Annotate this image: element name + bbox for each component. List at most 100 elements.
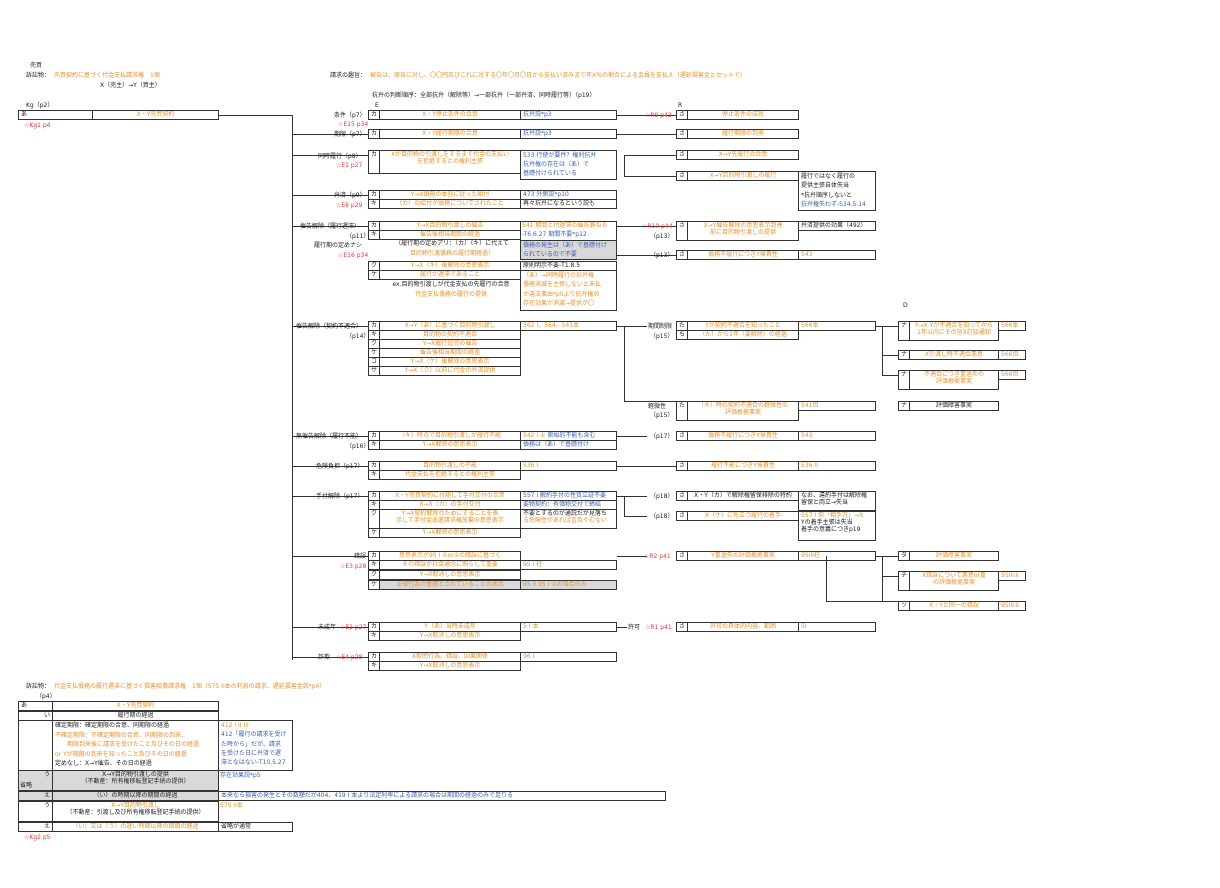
sg-r-text: Y重過失の評価根拠事実 <box>687 551 799 561</box>
s-u-text2: （不動産：所有権移転登記手続の提供） <box>81 778 190 786</box>
e-term-note: 抗弁説*p3 <box>520 129 617 139</box>
e-rescind-gray: 債務の発生は（あ）で基礎付け られているので不要 <box>520 240 617 260</box>
m-name: 無催告解除（履行不能） <box>296 433 363 440</box>
tt-r1-sub: （p18） <box>650 493 674 500</box>
tt-r1-note: なお、違約手付は解除権 留保と両立→失当 <box>798 491 876 511</box>
m-r-text: 債務不履行につきY帰責性 <box>687 431 799 441</box>
kk-r-note: 536 II <box>798 461 876 471</box>
e-rescind-sub: （p11） <box>346 233 370 240</box>
s-i-note: 412 I II III 412「履行の請求を受け た時から」だが、請求 を受け… <box>218 720 293 771</box>
line <box>882 375 898 376</box>
intent-value: 被告は、原告に対し、〇〇円及びこれに対する〇年〇月〇日から支払い済みまで年X％の… <box>370 72 746 79</box>
second-claim-label: 訴訟物： <box>26 683 51 690</box>
s-e2-text: （い）又は（う）の遅い時期以降の期間の経過 <box>52 822 219 832</box>
s-shoryaku: 省略 <box>20 782 33 789</box>
tt-name: 手付解除（p17） <box>316 493 364 500</box>
kg-header: Kg（p2） <box>26 102 54 109</box>
ms-r-ref: ☆R1 p41 <box>645 624 672 631</box>
kk-r-text: 履行不能につきY帰責性 <box>687 461 799 471</box>
d3-text: 不適合につき重過失の 評価根拠事実 <box>909 370 999 390</box>
claim-value: 売買契約に基づく代金支払請求権 1個 <box>54 72 160 79</box>
ms-r-name: 許可 <box>628 624 641 631</box>
s-l5: 定めなし：X→Y催告、その日の経過 <box>55 760 152 768</box>
e-simul-note3: 基礎付けられている <box>523 170 577 177</box>
k-r-ta-note: 566本 <box>798 321 876 331</box>
r-rescind-ref: ☆R10 p44 <box>642 223 673 230</box>
line <box>876 326 898 327</box>
r-cond-text: 停止条件の成就 <box>687 110 799 120</box>
sg-d2-note: 95III① <box>998 571 1026 581</box>
line <box>624 155 676 156</box>
d3-note: 566但 <box>998 370 1026 380</box>
second-sub: （p4） <box>36 693 56 700</box>
k-r-sub: （p15） <box>650 333 674 340</box>
s-i-detail: 確定期限：確定期限の合意、同期限の経過 不確定期限：不確定期限の合意、同期限の到… <box>52 720 219 771</box>
s-l1-text: 確定期限：確定期限の合意、同期限の経過 <box>55 722 170 729</box>
r-deliv-note4: 抗弁権失わず-S34.5.14 <box>801 200 866 208</box>
e-rescind-ki-note: -T6.6.27 期間不要*p12 <box>522 231 587 238</box>
e-spine <box>292 115 293 660</box>
k-r2-text2: 評価根拠事実 <box>724 409 761 417</box>
r-deliv-note3: *抗弁順序しないと <box>801 191 853 199</box>
k-ka-note: 562 I、564、541本 <box>520 321 617 331</box>
ms-r-text: 許可の具体的内容、範囲 <box>687 622 799 632</box>
r-fault-sub: （p13） <box>650 252 674 259</box>
d1-note: 566本 <box>998 321 1026 331</box>
tt-ku-note: 不要とするのが通説だが見落ち る危険性があれば言及やむない <box>520 509 617 529</box>
m-ka-note1: 542 I ① <box>523 432 546 439</box>
r-deliv-note: 履行ではなく履行の 提供主張自体失当 *抗弁順序しないと 抗弁権失わず-S34.5.1… <box>798 171 876 211</box>
line <box>876 556 898 557</box>
e-rescind-ke-note: （あ）→同時履行の抗弁権 債務消滅を主張しないと未払 が違法事由*p5より抗弁権の存… <box>520 270 617 311</box>
s-e: え <box>18 791 53 801</box>
sg-r-ref: ☆R2 p41 <box>644 553 671 560</box>
sg-ki-note: 95 I 柱 <box>520 560 617 570</box>
m-r-sub: （p17） <box>650 433 674 440</box>
line <box>882 326 883 375</box>
k-name: 催告解除（契約不適合） <box>296 323 363 330</box>
s-e2-note: 省略が通常 <box>218 822 293 832</box>
tt-r1-note2: 留保と両立→失当 <box>801 499 849 507</box>
s-a-text: X・Y売買契約 <box>52 701 219 711</box>
tt-ke-text: Y→X解除の意思表示 <box>379 528 521 538</box>
sg-ref: ☆E3 p28 <box>340 563 367 570</box>
e-cond-note: 抗弁説*p3 <box>520 110 617 120</box>
tt-ku-note2: る危険性があれば言及やむない <box>523 517 608 525</box>
tt-r2-text: X（ケ）に先立つ履行の着手 <box>687 511 799 521</box>
m-r-note: 543 <box>798 431 876 441</box>
parties: X（売主）→Y（買主） <box>100 82 161 89</box>
line <box>624 496 625 516</box>
ke-note2: 債務消滅を主張しないと未払 <box>523 281 602 289</box>
sk-ki-text: Y→X取消しの意思表示 <box>379 661 521 671</box>
line <box>624 326 625 401</box>
s-u-note: 存在効果説*p5 <box>220 772 261 779</box>
e-pay-ref: ☆E6 p29 <box>336 202 363 209</box>
line <box>826 556 827 602</box>
e-simul-text: Xが目的物の引渡しをするまで代金の支払い を拒絶するとの権利主張 <box>379 150 521 174</box>
r-term-text: 履行期限の到来 <box>687 129 799 139</box>
r-cond-ref: ☆R9 p43 <box>645 112 672 119</box>
line <box>617 627 627 628</box>
e-rescind-ex1: ex.目的物引渡しが代金支払の先履行の合意 <box>380 281 522 288</box>
d4-text: 評価障害事実 <box>909 401 999 411</box>
e-rescind-gray2: られているので不要 <box>523 251 577 258</box>
ms-ref: ☆E2 p27 <box>340 624 367 631</box>
sg-d2-text2: の評価根拠事実 <box>932 579 975 587</box>
claim-label: 訴訟物： <box>26 72 51 79</box>
e-cond-text: X・Y停止条件の合意 <box>379 110 521 120</box>
k-r-name: 期間制限 <box>648 323 673 330</box>
s-a: あ <box>18 701 53 711</box>
e-simul-name: 同時履行（p8） <box>318 153 362 160</box>
s-ref: ☆Kg2 p5 <box>24 834 51 841</box>
e-cond-ref: ☆E15 p34 <box>338 121 369 128</box>
sg-ke-text: 法律行為の基礎とされていることの表示 <box>379 580 521 590</box>
sg-ki-text: その錯誤が社会通念に照らして重要 <box>379 560 521 570</box>
intent-label: 請求の趣旨： <box>330 72 367 79</box>
d1-text: Y→X Yが不適合を知ってから 1年以内にその旨X訂知通知 <box>909 321 999 341</box>
line <box>617 556 647 557</box>
k-r2-note: 541但 <box>798 401 876 411</box>
m-ki-text: Y→X解除の意思表示 <box>379 440 521 450</box>
e-rescind-bracket2: 目的物引渡債務の履行期経過） <box>409 250 494 257</box>
sg-d1-text: 評価障害事実 <box>909 551 999 561</box>
e-term-name: 期限（p7） <box>334 131 366 138</box>
line <box>624 516 647 517</box>
